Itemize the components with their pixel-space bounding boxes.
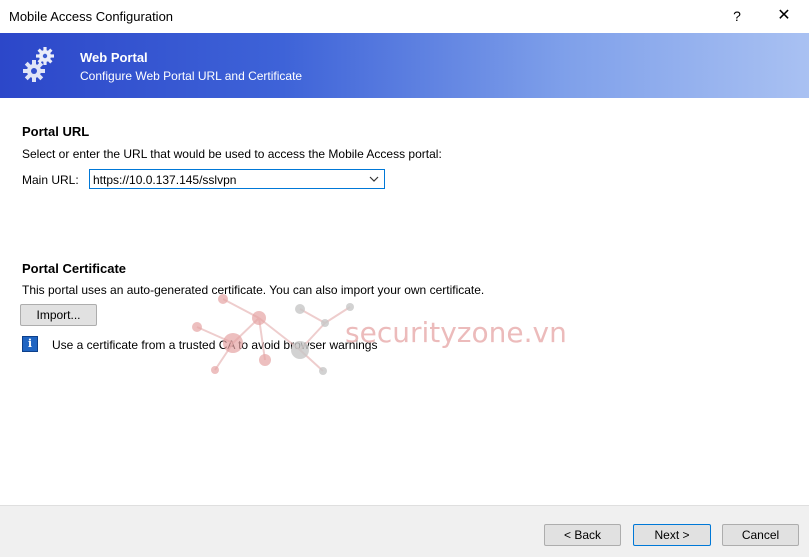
back-button[interactable]: < Back <box>544 524 621 546</box>
cancel-button[interactable]: Cancel <box>722 524 799 546</box>
watermark-text: securityzone.vn <box>345 316 567 349</box>
watermark: securityzone.vn <box>192 294 567 375</box>
info-message: Use a certificate from a trusted CA to a… <box>52 338 378 352</box>
banner-subtitle: Configure Web Portal URL and Certificate <box>80 69 303 83</box>
gear-icon <box>23 47 54 82</box>
import-button[interactable]: Import... <box>20 304 97 326</box>
portal-url-description: Select or enter the URL that would be us… <box>22 147 442 161</box>
help-button[interactable]: ? <box>726 6 748 26</box>
main-url-label: Main URL: <box>22 173 79 187</box>
title-bar: Mobile Access Configuration ? ✕ <box>0 0 809 33</box>
main-url-value[interactable]: https://10.0.137.145/sslvpn <box>93 173 236 187</box>
info-icon: i <box>22 336 38 352</box>
chevron-down-icon[interactable] <box>368 172 380 186</box>
banner-title: Web Portal <box>80 50 148 65</box>
portal-certificate-heading: Portal Certificate <box>22 261 127 276</box>
main-url-combobox[interactable]: https://10.0.137.145/sslvpn <box>89 169 385 189</box>
close-button[interactable]: ✕ <box>770 6 798 26</box>
window-title: Mobile Access Configuration <box>9 9 174 24</box>
portal-certificate-description: This portal uses an auto-generated certi… <box>22 283 485 297</box>
next-button[interactable]: Next > <box>633 524 711 546</box>
header-banner: Web Portal Configure Web Portal URL and … <box>0 33 809 98</box>
portal-url-heading: Portal URL <box>22 124 90 139</box>
